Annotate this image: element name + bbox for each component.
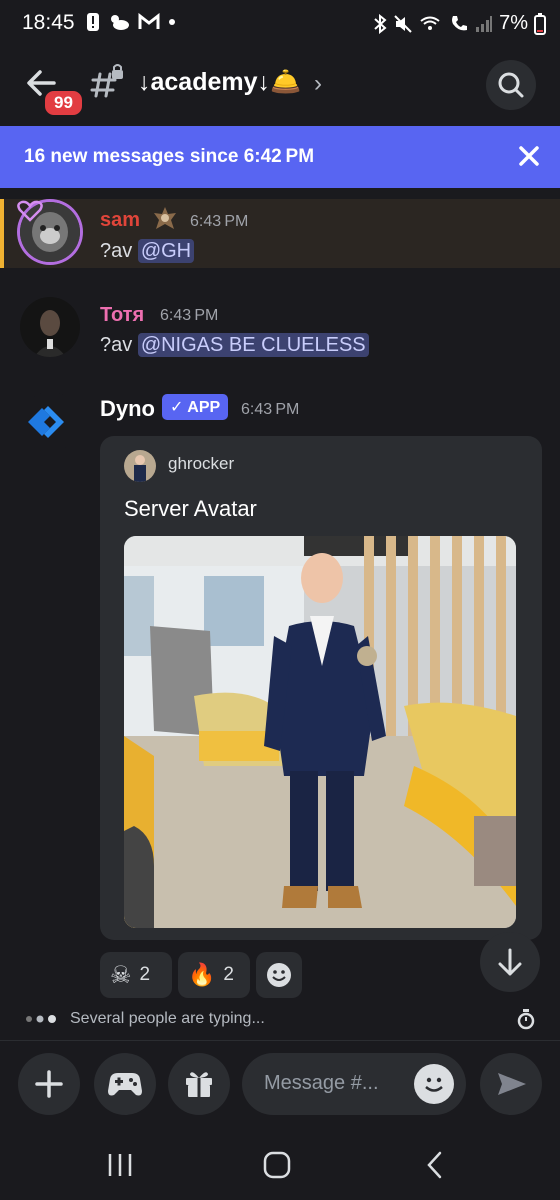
message-timestamp: 6:43 PM (241, 401, 300, 418)
author-avatar-image (124, 450, 156, 482)
emoji-icon (425, 1077, 443, 1092)
avatar[interactable] (20, 297, 80, 357)
avatar-image (20, 297, 80, 357)
avatar[interactable] (20, 392, 80, 452)
message-input[interactable]: Message #... (242, 1053, 466, 1115)
dot-icon (169, 19, 175, 25)
gamepad-icon (108, 1073, 142, 1096)
typing-indicator: Several people are typing... (24, 1010, 265, 1028)
search-button[interactable] (486, 60, 536, 110)
bluetooth-icon (374, 13, 387, 34)
role-icon (154, 207, 176, 229)
search-icon (498, 72, 524, 98)
close-icon[interactable] (516, 143, 542, 169)
message-username[interactable]: Тотя (100, 304, 144, 327)
gift-icon (186, 1072, 212, 1097)
weather-icon (111, 15, 129, 30)
status-system-icons: 7% (373, 12, 546, 35)
message-timestamp: 6:43 PM (160, 307, 219, 324)
reaction-count: 2 (223, 964, 234, 985)
message-prefix: ?av (100, 334, 133, 356)
message-content: ?av @NIGAS BE CLUELESS (100, 333, 369, 357)
message-content: ?av @GH (100, 239, 195, 263)
gmail-icon (138, 13, 160, 29)
unread-count-badge: 99 (42, 88, 85, 118)
recent-apps-icon[interactable] (106, 1152, 134, 1178)
message-prefix: ?av (100, 240, 133, 262)
add-reaction-icon (267, 963, 291, 987)
battery-icon (534, 12, 546, 35)
new-messages-banner[interactable]: 16 new messages since 6:42 PM (0, 126, 560, 188)
status-notification-icons (86, 12, 176, 32)
signal-icon (476, 15, 493, 32)
message-embed: ghrocker Server Avatar (100, 436, 542, 940)
chevron-right-icon[interactable]: › (314, 70, 322, 98)
status-time: 18:45 (22, 11, 75, 34)
new-messages-text: 16 new messages since 6:42 PM (24, 146, 315, 167)
call-icon (452, 15, 468, 30)
typing-text: Several people are typing... (70, 1010, 265, 1027)
emoji-button[interactable] (414, 1064, 454, 1104)
message-input-placeholder: Message #... (264, 1072, 379, 1094)
android-nav-bar (0, 1130, 560, 1200)
message-username[interactable]: sam (100, 209, 140, 232)
fire-icon: 🔥 (188, 962, 216, 987)
app-badge: ✓ APP (162, 394, 229, 420)
arrow-down-icon (498, 948, 522, 976)
server-avatar-photo (124, 536, 516, 928)
reaction-count: 2 (139, 964, 151, 985)
reaction-fire[interactable]: 🔥 2 (178, 952, 250, 998)
reaction-skull-crossbones[interactable]: ☠ 2 (100, 952, 172, 998)
message-highlight[interactable] (0, 199, 560, 268)
plus-icon (35, 1070, 63, 1098)
battery-percent: 7% (499, 12, 528, 34)
message-composer: Message #... (0, 1040, 560, 1131)
slowmode-timer-icon (517, 1009, 535, 1030)
user-mention[interactable]: @NIGAS BE CLUELESS (137, 333, 369, 357)
embed-author-name[interactable]: ghrocker (168, 454, 234, 474)
alert-icon (87, 13, 99, 31)
channel-name[interactable]: ↓academy↓🛎️ (138, 68, 301, 97)
message-timestamp: 6:43 PM (190, 213, 249, 230)
activities-button[interactable] (94, 1053, 156, 1115)
add-attachment-button[interactable] (18, 1053, 80, 1115)
dyno-logo-icon (28, 406, 64, 438)
heart-decoration-icon (17, 200, 43, 222)
channel-header: 99 ↓academy↓🛎️ › (0, 48, 560, 122)
gift-button[interactable] (168, 1053, 230, 1115)
embed-image[interactable] (124, 536, 516, 928)
typing-dots-icon (26, 1015, 56, 1023)
nav-back-icon[interactable] (424, 1150, 444, 1180)
text-channel-locked-icon (90, 64, 123, 98)
skull-crossbones-icon: ☠ (110, 961, 132, 989)
send-icon (498, 1073, 526, 1095)
user-mention[interactable]: @GH (137, 239, 195, 263)
home-icon[interactable] (262, 1150, 292, 1180)
status-bar: 18:45 7% (0, 0, 560, 48)
send-button[interactable] (480, 1053, 542, 1115)
mute-icon (394, 14, 412, 33)
wifi-calling-icon (420, 16, 440, 30)
embed-title: Server Avatar (124, 496, 257, 521)
embed-author-avatar[interactable] (124, 450, 156, 482)
add-reaction-button[interactable] (256, 952, 302, 998)
message-username[interactable]: Dyno (100, 396, 155, 422)
jump-to-bottom-button[interactable] (480, 932, 540, 992)
